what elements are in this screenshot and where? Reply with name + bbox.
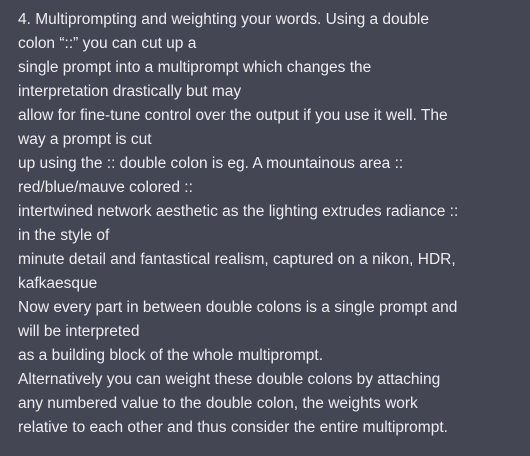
message-line: intertwined network aesthetic as the lig…: [18, 203, 459, 220]
message-line: Alternatively you can weight these doubl…: [18, 371, 441, 388]
message-line: as a building block of the whole multipr…: [18, 347, 323, 364]
message-line: up using the :: double colon is eg. A mo…: [18, 155, 404, 172]
chat-message: 4. Multiprompting and weighting your wor…: [0, 0, 530, 456]
message-line: colon “::” you can cut up a: [18, 35, 197, 52]
message-line: minute detail and fantastical realism, c…: [18, 251, 456, 268]
message-line: single prompt into a multiprompt which c…: [18, 59, 372, 76]
message-line: red/blue/mauve colored ::: [18, 179, 193, 196]
message-line: allow for fine-tune control over the out…: [18, 107, 448, 124]
message-line: interpretation drastically but may: [18, 83, 242, 100]
message-line: any numbered value to the double colon, …: [18, 395, 418, 412]
message-line: 4. Multiprompting and weighting your wor…: [18, 11, 429, 28]
message-line: kafkaesque: [18, 275, 98, 292]
message-line: way a prompt is cut: [18, 131, 152, 148]
message-line: will be interpreted: [18, 323, 140, 340]
message-line: Now every part in between double colons …: [18, 299, 458, 316]
message-line: relative to each other and thus consider…: [18, 419, 448, 436]
message-line: in the style of: [18, 227, 110, 244]
